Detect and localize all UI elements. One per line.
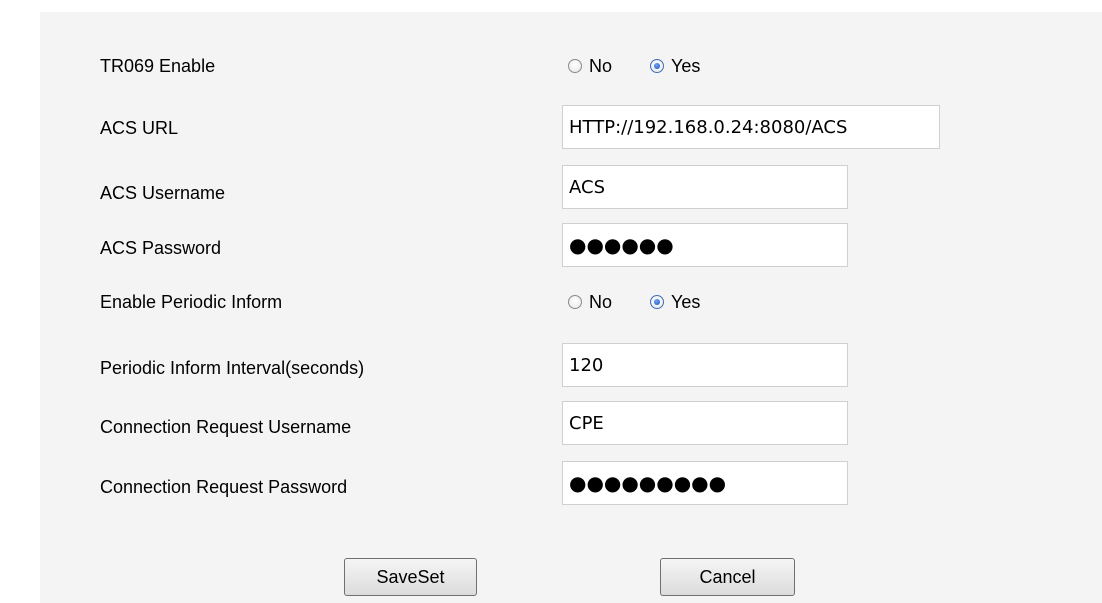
acs-username-label: ACS Username (100, 183, 226, 203)
periodic-inform-yes-option[interactable]: Yes (650, 292, 700, 313)
periodic-inform-yes-label: Yes (671, 291, 701, 312)
conn-req-username-label: Connection Request Username (100, 417, 352, 437)
tr069-enable-yes-label: Yes (671, 55, 701, 76)
periodic-inform-label: Enable Periodic Inform (100, 292, 283, 312)
tr069-enable-radio-group: No Yes (568, 54, 700, 78)
acs-password-label: ACS Password (100, 238, 222, 258)
cancel-button[interactable]: Cancel (660, 558, 795, 596)
periodic-inform-yes-radio[interactable] (650, 295, 665, 309)
tr069-enable-label: TR069 Enable (100, 56, 216, 76)
save-set-button[interactable]: SaveSet (344, 558, 477, 596)
acs-password-input[interactable] (562, 223, 848, 267)
periodic-inform-radio-group: No Yes (568, 290, 700, 314)
tr069-enable-no-label: No (589, 55, 613, 76)
periodic-inform-no-radio[interactable] (568, 295, 582, 309)
periodic-interval-label: Periodic Inform Interval(seconds) (100, 358, 365, 378)
acs-username-input[interactable] (562, 165, 848, 209)
tr069-enable-yes-option[interactable]: Yes (650, 56, 700, 77)
periodic-interval-input[interactable] (562, 343, 848, 387)
tr069-enable-no-option[interactable]: No (568, 56, 612, 77)
periodic-inform-no-option[interactable]: No (568, 292, 612, 313)
conn-req-username-input[interactable] (562, 401, 848, 445)
tr069-enable-no-radio[interactable] (568, 59, 582, 73)
tr069-enable-yes-radio[interactable] (650, 59, 665, 73)
acs-url-label: ACS URL (100, 118, 179, 138)
conn-req-password-input[interactable] (562, 461, 848, 505)
periodic-inform-no-label: No (589, 291, 613, 312)
acs-url-input[interactable] (562, 105, 940, 149)
conn-req-password-label: Connection Request Password (100, 477, 348, 497)
